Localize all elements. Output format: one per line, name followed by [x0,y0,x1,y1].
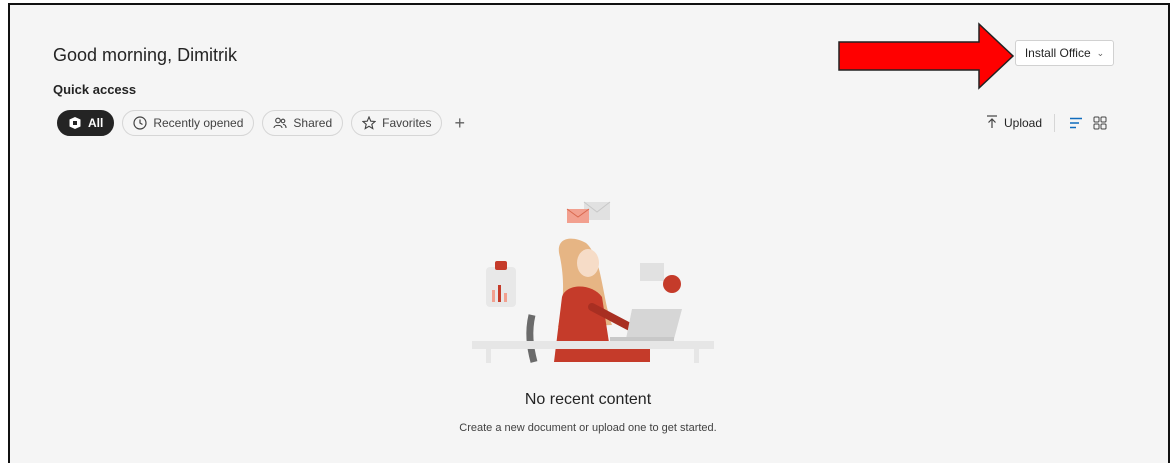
greeting-heading: Good morning, Dimitrik [53,45,238,65]
chevron-down-icon: ⌄ [1096,47,1105,58]
toolbar-divider [1054,114,1056,132]
toolbar: Upload [986,114,1107,132]
grid-view-button[interactable] [1093,116,1107,130]
filter-favorites[interactable]: Favorites [351,110,443,136]
list-view-icon [1070,117,1083,129]
upload-label: Upload [1004,116,1043,130]
filter-all[interactable]: All [57,110,115,136]
add-filter-button[interactable]: + [454,114,465,132]
upload-icon [986,114,998,132]
filter-recently-opened[interactable]: Recently opened [122,110,255,136]
upload-button[interactable]: Upload [986,114,1043,132]
office-logo-icon [68,116,82,130]
empty-state-title: No recent content [524,391,652,408]
filter-all-label: All [88,116,104,130]
red-arrow-annotation [838,22,1015,90]
people-icon [273,116,287,130]
install-office-button[interactable]: Install Office ⌄ [1015,40,1114,66]
grid-view-icon [1093,116,1107,130]
filter-shared-label: Shared [293,116,333,130]
empty-state-illustration [472,201,714,363]
filter-shared[interactable]: Shared [262,110,344,136]
list-view-button[interactable] [1069,117,1083,129]
filter-pills: All Recently opened Shared Favorites + [57,110,465,136]
quick-access-title: Quick access [53,82,137,97]
install-office-label: Install Office [1024,46,1091,60]
filter-favorites-label: Favorites [382,116,432,130]
empty-state-subtitle: Create a new document or upload one to g… [459,422,717,434]
star-icon [361,115,377,130]
filter-recently-opened-label: Recently opened [153,116,244,130]
clock-icon [133,116,147,130]
